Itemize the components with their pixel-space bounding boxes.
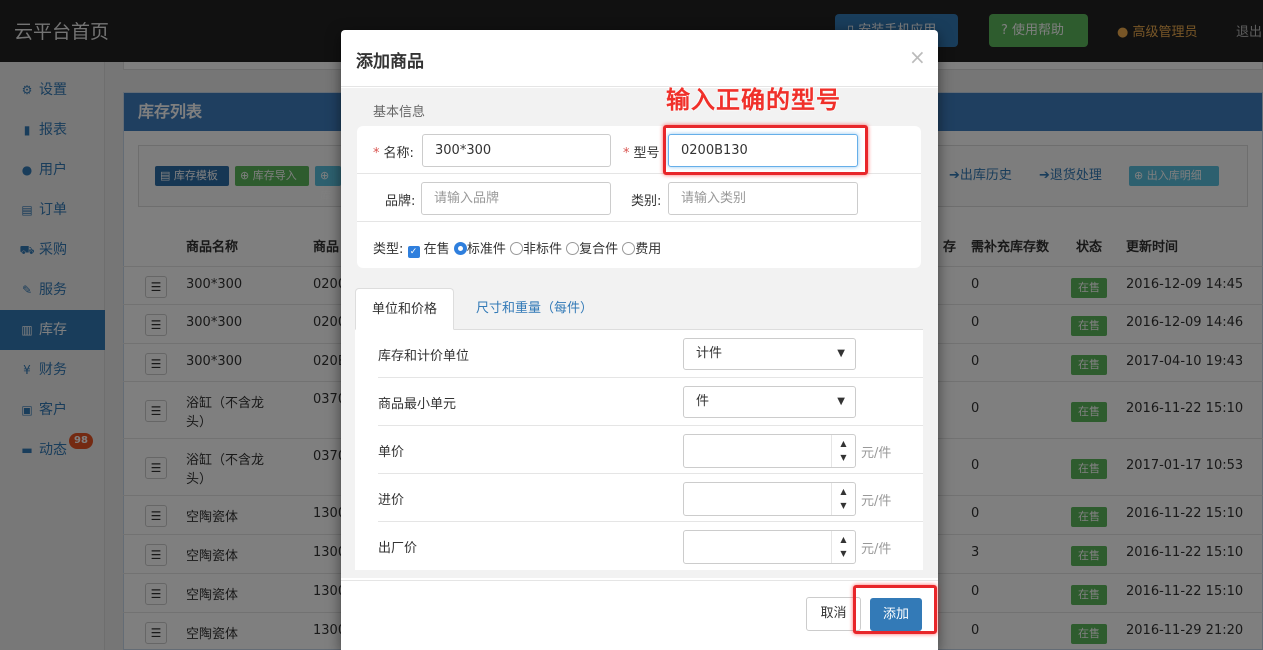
purchase-price-label: 进价 — [378, 493, 405, 508]
brand-label: 品牌: — [385, 194, 416, 209]
model-label-text: 型号 — [633, 146, 660, 161]
annotation-box-add — [853, 585, 937, 634]
modal-header: 添加商品 × — [341, 30, 938, 87]
type-label: 类型: — [373, 242, 404, 257]
unit-suffix: 元/件 — [861, 446, 892, 461]
required-marker: * — [623, 146, 630, 161]
on-sale-checkbox[interactable]: ✓ — [407, 246, 420, 258]
brand-input[interactable]: 请输入品牌 — [421, 182, 611, 215]
on-sale-label: 在售 — [423, 242, 450, 257]
caret-down-icon: ▼ — [837, 348, 845, 359]
min-unit-row: 商品最小单元 件 ▼ — [378, 378, 923, 426]
factory-price-input[interactable]: ▲ ▼ — [683, 530, 856, 564]
tab-size-weight[interactable]: 尺寸和重量（每件） — [460, 288, 609, 330]
spinner-icon[interactable]: ▲ ▼ — [831, 435, 855, 467]
unit-price-label: 单价 — [378, 445, 405, 460]
name-label: * 名称: — [373, 142, 414, 161]
purchase-price-input[interactable]: ▲ ▼ — [683, 482, 856, 516]
close-icon[interactable]: × — [909, 45, 926, 69]
modal-footer: 取消 添加 — [341, 580, 938, 650]
radio-label: 标准件 — [466, 242, 506, 257]
required-marker: * — [373, 146, 380, 161]
radio-label: 费用 — [635, 242, 662, 257]
tab-bar: 单位和价格 尺寸和重量（每件） — [355, 288, 923, 330]
radio-standard[interactable] — [453, 242, 467, 255]
purchase-price-row: 进价 ▲ ▼ 元/件 — [378, 474, 923, 522]
radio-label: 复合件 — [579, 242, 619, 257]
stock-unit-row: 库存和计价单位 计件 ▼ — [378, 330, 923, 378]
spinner-icon[interactable]: ▲ ▼ — [831, 483, 855, 515]
stock-unit-label: 库存和计价单位 — [378, 349, 470, 364]
category-label: 类别: — [631, 194, 662, 209]
select-value: 计件 — [696, 346, 723, 361]
name-label-text: 名称: — [383, 146, 414, 161]
add-product-modal: 添加商品 × 基本信息 * 名称: 300*300 * 型号 0200B130 品牌… — [341, 30, 938, 650]
annotation-box-model — [663, 125, 868, 175]
unit-price-input[interactable]: ▲ ▼ — [683, 434, 856, 468]
tab-unit-price[interactable]: 单位和价格 — [355, 288, 455, 330]
basic-info-heading: 基本信息 — [373, 105, 426, 120]
modal-title: 添加商品 — [356, 52, 424, 72]
divider — [357, 221, 921, 222]
type-row: 类型: ✓ 在售 标准件 非标件 复合件 费用 — [373, 238, 661, 258]
unit-suffix: 元/件 — [861, 542, 892, 557]
min-unit-select[interactable]: 件 ▼ — [683, 386, 856, 418]
radio-nonstandard[interactable] — [509, 242, 523, 255]
caret-down-icon: ▼ — [837, 396, 845, 407]
unit-price-row: 单价 ▲ ▼ 元/件 — [378, 426, 923, 474]
name-input[interactable]: 300*300 — [422, 134, 611, 167]
factory-price-row: 出厂价 ▲ ▼ 元/件 — [378, 522, 923, 570]
factory-price-label: 出厂价 — [378, 541, 418, 556]
unit-suffix: 元/件 — [861, 494, 892, 509]
select-value: 件 — [696, 394, 710, 409]
radio-composite[interactable] — [566, 242, 580, 255]
radio-fee[interactable] — [622, 242, 636, 255]
model-label: * 型号 — [623, 142, 660, 161]
radio-label: 非标件 — [522, 242, 562, 257]
unit-price-panel: 库存和计价单位 计件 ▼ 商品最小单元 件 ▼ 单价 ▲ ▼ 元/件 进价 ▲ ▼ 元/… — [355, 330, 923, 570]
min-unit-label: 商品最小单元 — [378, 397, 457, 412]
stock-unit-select[interactable]: 计件 ▼ — [683, 338, 856, 370]
spinner-icon[interactable]: ▲ ▼ — [831, 531, 855, 563]
annotation-text: 输入正确的型号 — [666, 86, 841, 114]
category-input[interactable]: 请输入类别 — [668, 182, 858, 215]
